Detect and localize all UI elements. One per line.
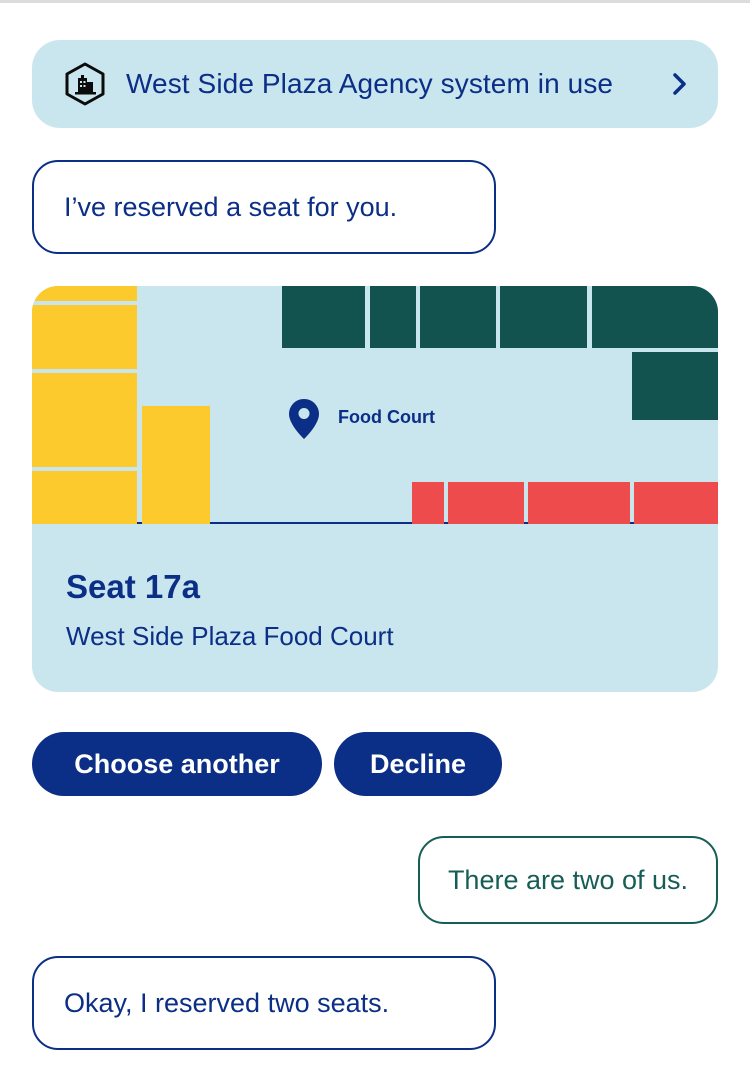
map-label: Food Court — [338, 407, 435, 427]
map-block — [448, 482, 524, 524]
chevron-right-icon — [670, 71, 690, 97]
map-block — [592, 286, 718, 348]
agent-message-text: I’ve reserved a seat for you. — [64, 191, 398, 222]
agent-message-text: Okay, I reserved two seats. — [64, 987, 390, 1018]
user-message-text: There are two of us. — [447, 864, 689, 895]
agent-message: I’ve reserved a seat for you. — [32, 160, 496, 254]
agency-banner-label: West Side Plaza Agency system in use — [126, 68, 614, 99]
agency-banner[interactable]: West Side Plaza Agency system in use — [32, 40, 718, 128]
map-block — [500, 286, 587, 348]
decline-button[interactable]: Decline — [334, 732, 502, 796]
map-block — [634, 482, 718, 524]
seat-card: Food Court Seat 17a West Side Plaza Food… — [32, 286, 718, 692]
user-message: There are two of us. — [418, 836, 718, 924]
agent-message: Okay, I reserved two seats. — [32, 956, 496, 1050]
map-block — [32, 286, 137, 301]
map-block — [632, 352, 718, 420]
map-block — [32, 305, 137, 369]
choose-another-label: Choose another — [74, 748, 280, 779]
building-icon — [62, 61, 108, 107]
map-block — [142, 406, 210, 524]
seat-map: Food Court — [32, 286, 718, 524]
map-pin-icon — [288, 398, 320, 440]
seat-location: West Side Plaza Food Court — [66, 621, 394, 651]
choose-another-button[interactable]: Choose another — [32, 732, 322, 796]
map-block — [370, 286, 416, 348]
map-block — [528, 482, 630, 524]
seat-title: Seat 17a — [66, 568, 200, 605]
chat-screen: West Side Plaza Agency system in use I’v… — [0, 0, 750, 1076]
map-block — [420, 286, 496, 348]
decline-label: Decline — [369, 748, 467, 779]
map-block — [32, 471, 137, 524]
map-block — [412, 482, 444, 524]
map-block — [32, 373, 137, 467]
map-block — [282, 286, 365, 348]
top-divider — [0, 0, 750, 3]
